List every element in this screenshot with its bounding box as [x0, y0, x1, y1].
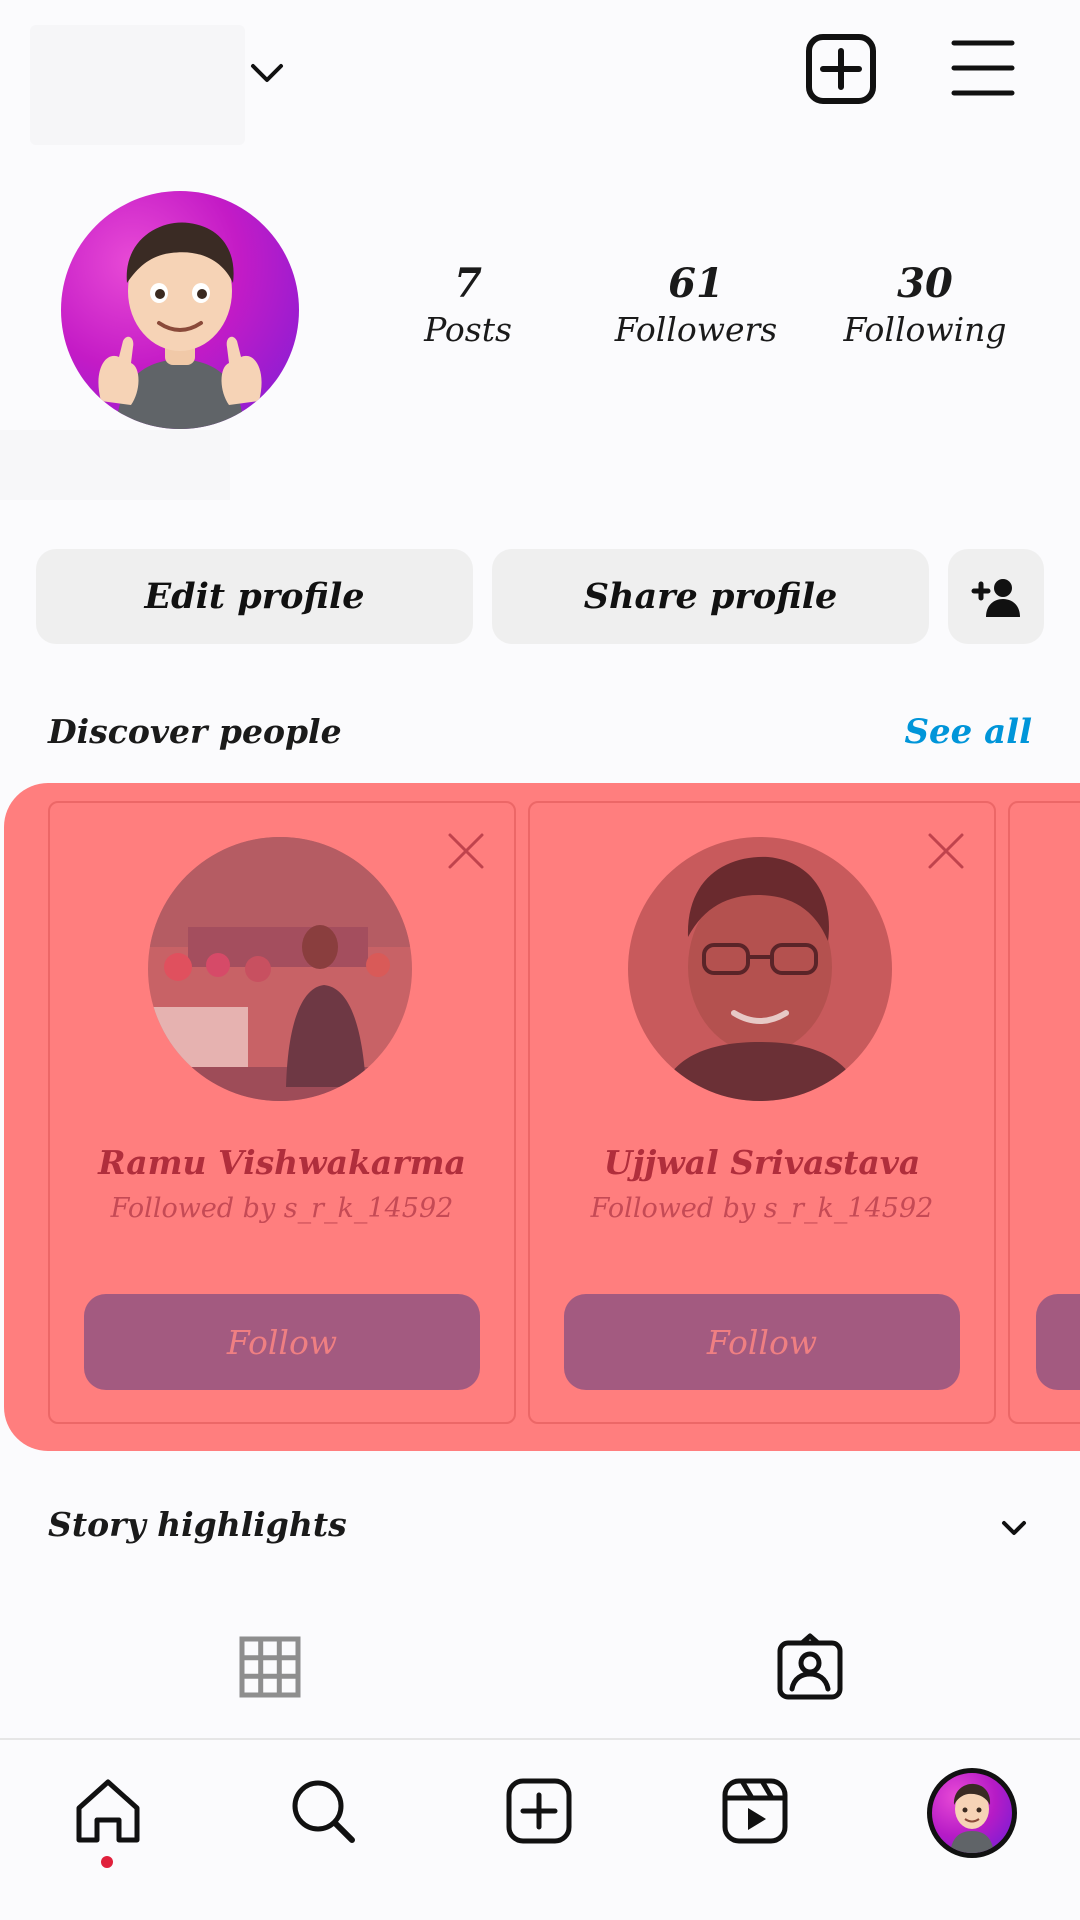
chevron-down-icon[interactable]: [996, 1510, 1032, 1546]
stat-label: Followers: [614, 310, 778, 349]
avatar-illustration: [98, 222, 262, 429]
create-icon[interactable]: [504, 1776, 574, 1846]
stat-label: Following: [843, 310, 1007, 349]
follow-button[interactable]: [1036, 1294, 1080, 1390]
suggestion-card-partial: [1008, 801, 1080, 1424]
tagged-icon[interactable]: [776, 1633, 844, 1701]
person-photo: [148, 837, 412, 1101]
username-area[interactable]: [30, 25, 245, 145]
notification-dot: [101, 1856, 113, 1868]
discover-carousel[interactable]: Ramu Vishwakarma Followed by s_r_k_14592…: [4, 783, 1080, 1451]
plus-square-icon[interactable]: [805, 33, 877, 105]
see-all-link[interactable]: See all: [904, 712, 1032, 752]
suggestion-photo[interactable]: [148, 837, 412, 1101]
grid-icon[interactable]: [239, 1636, 301, 1698]
add-person-icon: [971, 578, 1020, 617]
stat-value: 7: [454, 260, 482, 307]
search-icon[interactable]: [288, 1776, 358, 1846]
suggestion-mutual: Followed by s_r_k_14592: [110, 1193, 454, 1224]
stat-label: Posts: [424, 310, 512, 349]
chevron-down-icon[interactable]: [247, 52, 287, 92]
profile-name-area: [0, 430, 230, 500]
follow-button[interactable]: Follow: [564, 1294, 960, 1390]
stat-value: 61: [668, 260, 724, 307]
profile-avatar[interactable]: [927, 1768, 1017, 1858]
suggestion-name: Ujjwal Srivastava: [603, 1143, 921, 1182]
suggestion-name: Ramu Vishwakarma: [98, 1143, 466, 1182]
stat-followers[interactable]: 61 Followers: [606, 260, 786, 352]
home-icon[interactable]: [73, 1776, 143, 1846]
suggestion-card: Ramu Vishwakarma Followed by s_r_k_14592…: [48, 801, 516, 1424]
close-icon[interactable]: [444, 829, 488, 873]
share-profile-button[interactable]: Share profile: [492, 549, 929, 644]
bottom-navigation: [0, 1740, 1080, 1920]
profile-avatar[interactable]: [61, 191, 299, 429]
top-bar: [0, 0, 1080, 145]
suggestion-card: Ujjwal Srivastava Followed by s_r_k_1459…: [528, 801, 996, 1424]
hamburger-menu-icon[interactable]: [950, 35, 1016, 101]
close-icon[interactable]: [924, 829, 968, 873]
story-highlights-title[interactable]: Story highlights: [48, 1505, 347, 1544]
suggestion-photo[interactable]: [628, 837, 892, 1101]
person-photo: [628, 837, 892, 1101]
discover-people-title: Discover people: [48, 712, 342, 751]
avatar-illustration: [950, 1783, 994, 1853]
edit-profile-button[interactable]: Edit profile: [36, 549, 473, 644]
discover-people-button[interactable]: [948, 549, 1044, 644]
stat-value: 30: [897, 260, 953, 307]
follow-button[interactable]: Follow: [84, 1294, 480, 1390]
stat-posts[interactable]: 7 Posts: [378, 260, 558, 352]
reels-icon[interactable]: [720, 1776, 790, 1846]
stat-following[interactable]: 30 Following: [835, 260, 1015, 352]
suggestion-mutual: Followed by s_r_k_14592: [590, 1193, 934, 1224]
